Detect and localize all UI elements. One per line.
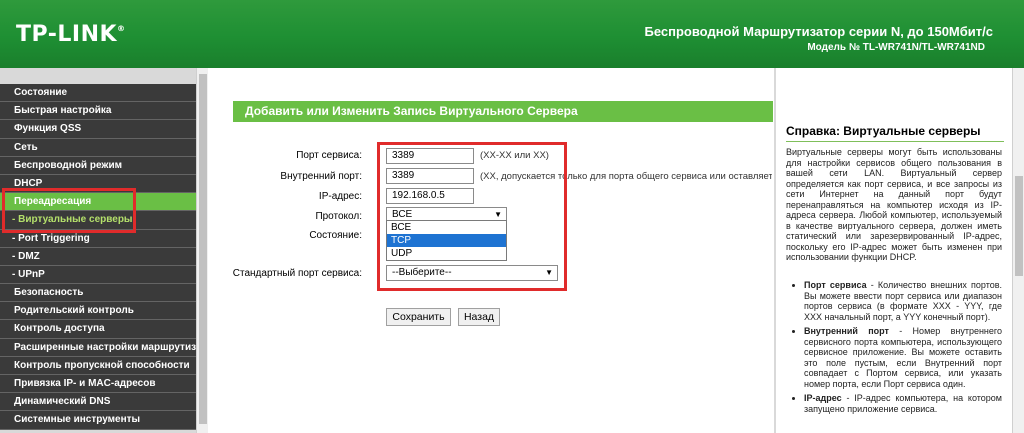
menu-item-status[interactable]: Состояние [0,84,196,103]
model-number: Модель № TL-WR741N/TL-WR741ND [807,42,985,53]
sidebar-scrollbar[interactable] [196,68,208,433]
highlight-box-menu [2,188,136,233]
help-scrollbar-thumb[interactable] [1015,176,1023,276]
header-banner: TP-LINK® Беспроводной Маршрутизатор сери… [0,0,1024,68]
menu-item-upnp[interactable]: - UPnP [0,265,196,285]
back-button[interactable]: Назад [458,308,500,326]
help-item: Внутренний порт - Номер внутреннего серв… [804,326,1002,389]
form-title: Добавить или Изменить Запись Виртуальног… [233,101,773,122]
product-title: Беспроводной Маршрутизатор серии N, до 1… [644,24,994,39]
help-list: Порт сервиса - Количество внешних портов… [804,280,1002,418]
help-item: IP-адрес - IP-адрес компьютера, на котор… [804,393,1002,414]
menu-item-advanced-routing[interactable]: Расширенные настройки маршрутизации [0,338,196,357]
menu-item-qss[interactable]: Функция QSS [0,120,196,139]
menu-item-security[interactable]: Безопасность [0,284,196,303]
highlight-box-form [377,142,567,291]
menu-item-dmz[interactable]: - DMZ [0,247,196,266]
help-scrollbar[interactable] [1012,68,1024,433]
ip-address-label: IP-адрес: [318,191,362,202]
menu-item-quick-setup[interactable]: Быстрая настройка [0,102,196,121]
standard-port-label: Стандартный порт сервиса: [232,268,362,279]
menu-item-wireless[interactable]: Беспроводной режим [0,156,196,175]
internal-port-label: Внутренний порт: [280,171,362,182]
save-button[interactable]: Сохранить [386,308,451,326]
menu-item-parental-control[interactable]: Родительский контроль [0,302,196,321]
main-content: Добавить или Изменить Запись Виртуальног… [208,68,774,433]
menu-item-system-tools[interactable]: Системные инструменты [0,411,196,430]
help-title: Справка: Виртуальные серверы [786,124,981,138]
menu-item-access-control[interactable]: Контроль доступа [0,320,196,339]
service-port-label: Порт сервиса: [296,150,362,161]
tp-link-logo: TP-LINK® [16,22,126,47]
sidebar-menu: Состояние Быстрая настройка Функция QSS … [0,84,196,430]
menu-item-dynamic-dns[interactable]: Динамический DNS [0,393,196,412]
protocol-label: Протокол: [315,211,362,222]
help-intro: Виртуальные серверы могут быть использов… [786,147,1002,262]
menu-item-ip-mac-binding[interactable]: Привязка IP- и MAC-адресов [0,375,196,394]
menu-item-bandwidth-control[interactable]: Контроль пропускной способности [0,356,196,375]
state-label: Состояние: [309,230,362,241]
help-item: Порт сервиса - Количество внешних портов… [804,280,1002,322]
menu-item-network[interactable]: Сеть [0,138,196,157]
sidebar-scrollbar-thumb[interactable] [199,74,207,424]
help-panel: Справка: Виртуальные серверы Виртуальные… [776,68,1012,433]
help-divider [786,141,1004,142]
